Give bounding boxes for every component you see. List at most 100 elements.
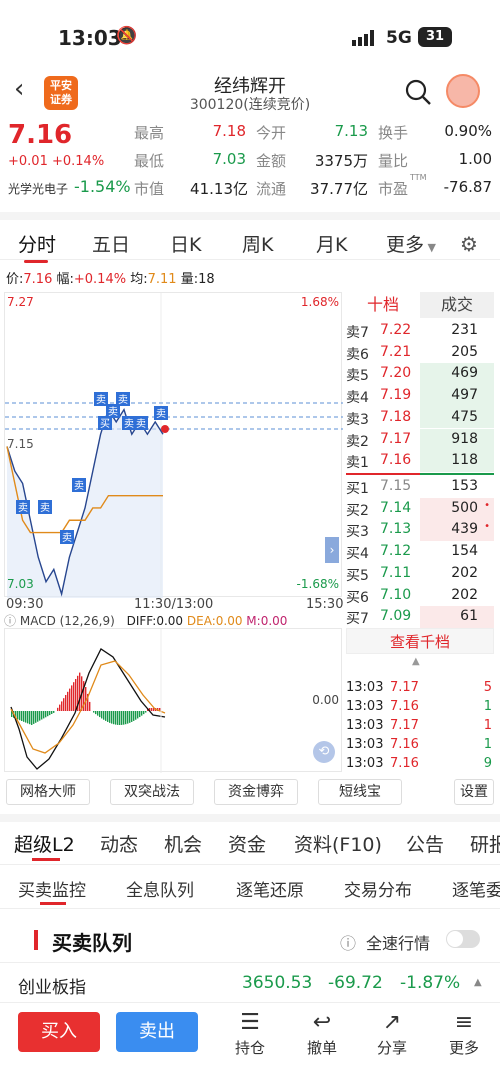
dot-icon: • [484, 521, 490, 533]
info-icon[interactable]: ⓘ [340, 930, 356, 954]
tick-price: 7.16 [390, 699, 419, 714]
bid-row[interactable]: 买2 7.14 500 • [346, 497, 494, 520]
axis-top-left: 7.27 [7, 295, 34, 309]
tab-announcement[interactable]: 公告 [406, 830, 444, 857]
tab-super-l2[interactable]: 超级L2 [14, 830, 75, 857]
macd-bar [41, 711, 43, 720]
macd-header[interactable]: ⓘ MACD (12,26,9) DIFF:0.00 DEA:0.00 M:0.… [4, 612, 287, 629]
macd-bar [49, 711, 51, 716]
level-volume: 231 [451, 322, 478, 338]
subtab-holo-queue[interactable]: 全息队列 [126, 876, 194, 901]
buy-button[interactable]: 买入 [18, 1012, 100, 1052]
level-volume: 118 [451, 452, 478, 469]
macd-bar [103, 711, 105, 720]
tab-weekly[interactable]: 周K [242, 230, 273, 257]
bid-row[interactable]: 买5 7.11 202 [346, 563, 494, 585]
bid-row[interactable]: 买3 7.13 439 • [346, 519, 494, 542]
level-price: 7.19 [380, 387, 412, 404]
level-volume: 475 [451, 408, 478, 425]
tab-research[interactable]: 研报 [470, 830, 500, 857]
level-volume: 469 [451, 365, 478, 382]
macd-chart[interactable]: 0.00 ⟲ [4, 628, 342, 773]
tab-5day[interactable]: 五日 [92, 230, 130, 257]
macd-bar [79, 672, 81, 711]
macd-bar [151, 708, 153, 711]
index-value: 3650.53 [242, 973, 313, 993]
level-price: 7.12 [380, 543, 412, 560]
share-button[interactable]: ↗ 分享 [362, 1009, 422, 1058]
tab-monthly[interactable]: 月K [316, 230, 347, 257]
tab-more[interactable]: 更多 ▼ [386, 230, 436, 257]
fast-quote-toggle[interactable] [446, 930, 480, 948]
gear-icon[interactable]: ⚙ [460, 232, 478, 256]
network-label: 5G [386, 28, 412, 48]
subtab-trade-distribution[interactable]: 交易分布 [344, 876, 412, 901]
pe-label: 市盈 [378, 180, 409, 198]
trade-mark-label: 卖 [156, 408, 166, 420]
avatar[interactable] [446, 74, 480, 108]
axis-bottom-left: 7.03 [7, 577, 34, 591]
macd-bar [59, 704, 61, 711]
tool-settings[interactable]: 设置 [454, 779, 494, 805]
chart-tabs: 分时 五日 日K 周K 月K 更多 ▼ ⚙ [0, 212, 500, 263]
tool-grid-master[interactable]: 网格大师 [6, 779, 90, 805]
mcap-value: 41.13亿 [190, 180, 248, 198]
back-icon[interactable]: ‹ [14, 74, 24, 104]
macd-bar [21, 711, 23, 721]
sell-button[interactable]: 卖出 [116, 1012, 198, 1052]
macd-bar [141, 711, 143, 716]
ask-row[interactable]: 卖5 7.20 469 [346, 363, 494, 386]
bid-row[interactable]: 买7 7.09 61 [346, 606, 494, 628]
ask-row[interactable]: 卖3 7.18 475 [346, 406, 494, 429]
macd-bar [37, 711, 39, 722]
ask-row[interactable]: 卖6 7.21 205 [346, 342, 494, 364]
tool-fund-game[interactable]: 资金博弈 [214, 779, 298, 805]
subtab-tick-order[interactable]: 逐笔委 [452, 876, 500, 901]
expand-orderbook-icon[interactable]: › [325, 537, 339, 563]
macd-bar [95, 711, 97, 715]
bid-row[interactable]: 买6 7.10 202 [346, 585, 494, 607]
rotate-icon[interactable]: ⟲ [313, 741, 335, 763]
trade-mark-label: 卖 [18, 502, 28, 514]
tool-short-term[interactable]: 短线宝 [318, 779, 402, 805]
intraday-chart[interactable]: 卖卖卖卖卖卖买卖卖卖卖 7.27 1.68% 7.15 7.03 -1.68% … [4, 292, 343, 598]
subtab-trade-monitor[interactable]: 买卖监控 [18, 876, 86, 901]
ask-row[interactable]: 卖2 7.17 918 [346, 428, 494, 451]
tick-volume: 1 [483, 737, 492, 752]
cancel-order-button[interactable]: ↩ 撤单 [292, 1009, 352, 1058]
level-price: 7.20 [380, 365, 412, 382]
stock-header: ‹ 平安 证券 经纬辉开 300120(连续竞价) [0, 70, 500, 118]
macd-bar [51, 711, 53, 714]
index-ticker[interactable]: 创业板指 3650.53 -69.72 -1.87% ▲ [0, 962, 500, 1002]
tab-news[interactable]: 动态 [100, 830, 138, 857]
macd-bar [137, 711, 139, 719]
search-icon[interactable] [404, 78, 432, 106]
turnover-value: 0.90% [444, 122, 492, 140]
level-price: 7.18 [380, 408, 412, 425]
tab-intraday[interactable]: 分时 [18, 230, 56, 257]
bid-row[interactable]: 买1 7.15 153 [346, 476, 494, 498]
macd-bar [123, 711, 125, 725]
ask-row[interactable]: 卖7 7.22 231 [346, 320, 494, 342]
level-label: 买1 [346, 481, 369, 497]
macd-bar [65, 695, 67, 711]
tab-opportunity[interactable]: 机会 [164, 830, 202, 857]
axis-bottom-right: -1.68% [296, 577, 339, 591]
view-1000-levels-button[interactable]: 查看千档 [346, 628, 494, 654]
sector-name[interactable]: 光学光电子 [8, 180, 68, 197]
orderbook-tab-trades[interactable]: 成交 [420, 292, 494, 318]
tab-fund[interactable]: 资金 [228, 830, 266, 857]
bid-row[interactable]: 买4 7.12 154 [346, 541, 494, 563]
level-label: 卖7 [346, 325, 369, 341]
tab-f10[interactable]: 资料(F10) [294, 830, 382, 857]
tab-daily[interactable]: 日K [170, 230, 201, 257]
price-change: +0.01 +0.14% [8, 154, 105, 169]
subtab-tick-restore[interactable]: 逐笔还原 [236, 876, 304, 901]
hold-button[interactable]: ☰ 持仓 [220, 1009, 280, 1058]
ask-row[interactable]: 卖4 7.19 497 [346, 385, 494, 407]
more-button[interactable]: ≡ 更多 [434, 1009, 494, 1058]
ask-row[interactable]: 卖1 7.16 118 [346, 450, 494, 472]
macd-bar [35, 711, 37, 723]
orderbook-tab-10[interactable]: 十档 [346, 292, 420, 318]
tool-double-breakout[interactable]: 双突战法 [110, 779, 194, 805]
